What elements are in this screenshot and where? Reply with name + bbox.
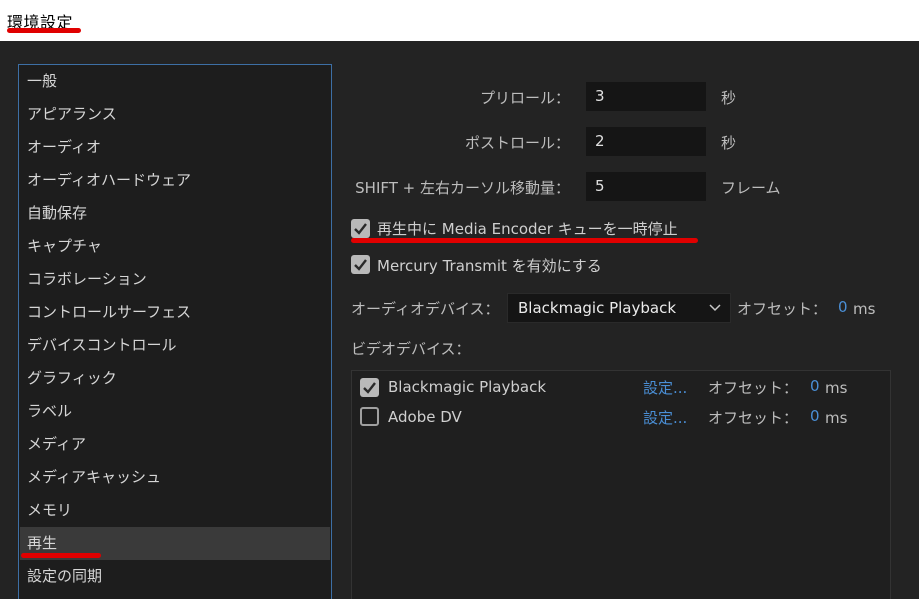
annotation-underline-pause-encoder bbox=[351, 238, 698, 243]
video-device-blackmagic-settings[interactable]: 設定... bbox=[643, 377, 687, 398]
sidebar-item-audio[interactable]: オーディオ bbox=[20, 131, 330, 164]
video-device-adobe-dv-offset-unit: ms bbox=[825, 409, 848, 427]
preroll-label: プリロール： bbox=[479, 89, 570, 107]
postroll-label: ポストロール： bbox=[464, 134, 570, 152]
postroll-input[interactable]: 2 bbox=[586, 127, 706, 156]
checkmark-icon bbox=[354, 259, 367, 271]
postroll-unit: 秒 bbox=[721, 134, 737, 152]
sidebar-item-media[interactable]: メディア bbox=[20, 428, 330, 461]
audio-device-value: Blackmagic Playback bbox=[518, 299, 677, 317]
preferences-content: 一般 アピアランス オーディオ オーディオハードウェア 自動保存 キャプチャ コ… bbox=[0, 41, 919, 599]
sidebar-item-memory[interactable]: メモリ bbox=[20, 494, 330, 527]
annotation-underline-title bbox=[7, 28, 81, 33]
audio-offset-unit: ms bbox=[853, 300, 876, 318]
audio-device-select[interactable]: Blackmagic Playback bbox=[507, 293, 731, 323]
video-device-adobe-dv-settings[interactable]: 設定... bbox=[643, 407, 687, 428]
sidebar-item-capture[interactable]: キャプチャ bbox=[20, 230, 330, 263]
sidebar-item-auto-save[interactable]: 自動保存 bbox=[20, 197, 330, 230]
video-device-blackmagic-offset-value[interactable]: 0 bbox=[810, 377, 820, 395]
audio-device-label: オーディオデバイス： bbox=[351, 300, 500, 318]
video-device-blackmagic-offset-label: オフセット： bbox=[708, 379, 799, 397]
mercury-transmit-checkbox[interactable] bbox=[351, 255, 370, 274]
checkmark-icon bbox=[363, 382, 376, 394]
audio-offset-label: オフセット： bbox=[737, 300, 828, 318]
annotation-underline-playback bbox=[21, 553, 101, 558]
video-device-blackmagic-name: Blackmagic Playback bbox=[388, 378, 547, 396]
chevron-down-icon bbox=[709, 304, 721, 312]
video-device-adobe-dv-name: Adobe DV bbox=[388, 408, 462, 426]
audio-offset-value[interactable]: 0 bbox=[838, 298, 848, 316]
video-device-adobe-dv-offset-value[interactable]: 0 bbox=[810, 407, 820, 425]
sidebar-item-sync-settings[interactable]: 設定の同期 bbox=[20, 560, 330, 593]
video-device-adobe-dv-checkbox[interactable] bbox=[360, 407, 379, 426]
pause-encoder-label: 再生中に Media Encoder キューを一時停止 bbox=[377, 220, 678, 238]
sidebar-item-graphics[interactable]: グラフィック bbox=[20, 362, 330, 395]
video-device-adobe-dv-offset-label: オフセット： bbox=[708, 409, 799, 427]
video-devices-list bbox=[351, 370, 891, 599]
shift-step-unit: フレーム bbox=[721, 179, 781, 197]
video-device-blackmagic-offset-unit: ms bbox=[825, 379, 848, 397]
shift-step-input[interactable]: 5 bbox=[586, 172, 706, 201]
sidebar-item-labels[interactable]: ラベル bbox=[20, 395, 330, 428]
sidebar-item-audio-hardware[interactable]: オーディオハードウェア bbox=[20, 164, 330, 197]
sidebar-item-media-cache[interactable]: メディアキャッシュ bbox=[20, 461, 330, 494]
sidebar-item-appearance[interactable]: アピアランス bbox=[20, 98, 330, 131]
video-device-blackmagic-checkbox[interactable] bbox=[360, 378, 379, 397]
sidebar-item-control-surface[interactable]: コントロールサーフェス bbox=[20, 296, 330, 329]
preferences-sidebar: 一般 アピアランス オーディオ オーディオハードウェア 自動保存 キャプチャ コ… bbox=[18, 64, 332, 599]
preroll-unit: 秒 bbox=[721, 89, 737, 107]
preroll-input[interactable]: 3 bbox=[586, 82, 706, 111]
sidebar-item-general[interactable]: 一般 bbox=[20, 65, 330, 98]
sidebar-item-collaboration[interactable]: コラボレーション bbox=[20, 263, 330, 296]
shift-step-label: SHIFT + 左右カーソル移動量： bbox=[355, 179, 570, 197]
sidebar-item-device-control[interactable]: デバイスコントロール bbox=[20, 329, 330, 362]
mercury-transmit-label: Mercury Transmit を有効にする bbox=[377, 257, 602, 275]
video-devices-label: ビデオデバイス： bbox=[351, 340, 471, 358]
checkmark-icon bbox=[354, 223, 367, 235]
window-title-bar: 環境設定 bbox=[0, 0, 919, 41]
pause-encoder-checkbox[interactable] bbox=[351, 219, 370, 238]
